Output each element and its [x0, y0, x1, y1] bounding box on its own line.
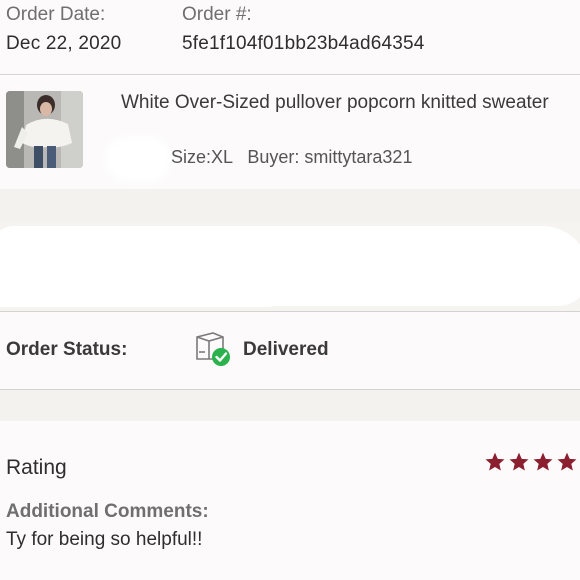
- redacted-blob: [110, 142, 166, 176]
- comments-text: Ty for being so helpful!!: [6, 529, 203, 550]
- order-status-value: Delivered: [243, 339, 329, 360]
- rating-title: Rating: [6, 456, 67, 479]
- section-divider: [0, 189, 580, 224]
- order-item[interactable]: White Over-Sized pullover popcorn knitte…: [0, 76, 580, 189]
- sweater-photo-icon: [6, 91, 83, 168]
- item-specs: Size:XL Buyer: smittytara321: [171, 147, 412, 168]
- order-status-label: Order Status:: [6, 339, 128, 360]
- rating-section: Rating Additional Comments: Ty for being…: [0, 421, 580, 580]
- order-number-block: Order #: 5fe1f104f01bb23b4ad64354: [182, 3, 425, 56]
- item-title[interactable]: White Over-Sized pullover popcorn knitte…: [121, 89, 561, 117]
- order-number-label: Order #:: [182, 4, 252, 25]
- comments-label: Additional Comments:: [6, 501, 209, 522]
- section-divider: [0, 390, 580, 421]
- order-number-value: 5fe1f104f01bb23b4ad64354: [182, 33, 425, 54]
- star-icon: [533, 452, 553, 471]
- star-icon: [485, 452, 505, 471]
- order-date-value: Dec 22, 2020: [6, 33, 122, 54]
- item-buyer[interactable]: Buyer: smittytara321: [247, 147, 412, 167]
- item-thumbnail[interactable]: [6, 91, 83, 168]
- redacted-area: [0, 222, 580, 312]
- order-status-row: Order Status: Delivered: [0, 311, 580, 390]
- star-rating: [484, 451, 580, 473]
- package-delivered-icon: [196, 332, 230, 366]
- star-icon: [557, 452, 577, 471]
- redaction-shape: [0, 262, 290, 307]
- order-date-label: Order Date:: [6, 4, 106, 25]
- order-header: Order Date: Dec 22, 2020 Order #: 5fe1f1…: [0, 0, 580, 75]
- item-size: Size:XL: [171, 147, 233, 167]
- order-date-block: Order Date: Dec 22, 2020: [6, 3, 121, 56]
- star-icon: [509, 452, 529, 471]
